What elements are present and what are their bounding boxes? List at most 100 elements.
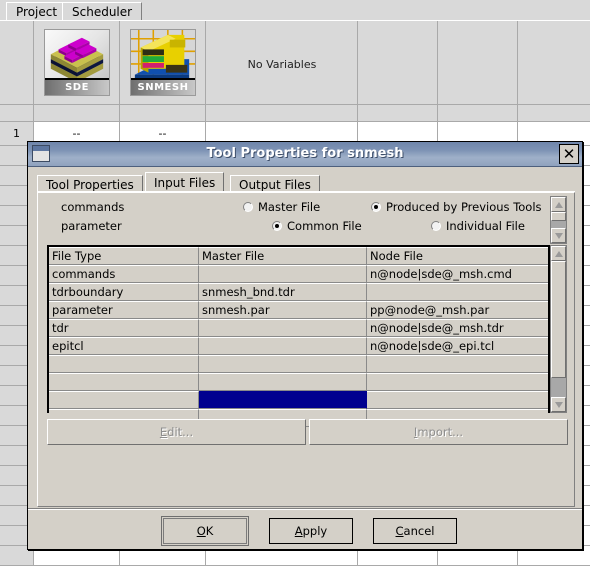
table-cell[interactable]: tdr [49,319,199,337]
table-cell[interactable]: n@node|sde@_msh.tdr [367,319,548,337]
grid-spacer-1 [34,105,120,122]
close-icon[interactable]: ✕ [559,144,579,164]
sde-layers-icon [50,37,104,81]
tool-icon-label-snmesh: SNMESH [131,78,195,95]
import-button[interactable]: Import... [309,419,568,445]
snmesh-grid-icon [131,30,195,81]
table-row[interactable]: commands n@node|sde@_msh.cmd [49,265,548,283]
table-cell[interactable]: snmesh.par [199,301,367,319]
apply-button-label: pply [302,524,328,538]
input-files-panel: commands Master File Produced by Previou… [37,192,575,507]
table-cell[interactable] [199,265,367,283]
edit-button[interactable]: Edit... [47,419,306,445]
table-header-row: File Type Master File Node File [49,247,548,265]
grid-header-cell-5 [438,21,518,105]
radio-indicator [371,202,381,212]
edit-button-label: dit... [167,425,194,439]
options-scrollbar[interactable] [550,196,567,244]
table-cell[interactable]: pp@node@_msh.par [367,301,548,319]
tool-icon-snmesh[interactable]: SNMESH [130,29,196,96]
app-tabbar: Project Scheduler [0,0,590,21]
radio-indicator [272,221,282,231]
table-row[interactable]: epitcl n@node|sde@_epi.tcl [49,337,548,355]
table-cell[interactable]: epitcl [49,337,199,355]
table-cell[interactable] [199,355,367,373]
grid-spacer-4 [358,105,438,122]
options-scroll-up-button[interactable] [551,197,566,212]
radio-commands-produced-by-previous-tools[interactable]: Produced by Previous Tools [371,200,542,214]
table-action-buttons: Edit... Import... [47,419,568,447]
dialog-titlebar[interactable]: Tool Properties for snmesh ✕ [28,142,582,167]
options-scroll-thumb[interactable] [551,212,566,221]
grid-cell-r1c1-value: -- [72,127,81,140]
table-row[interactable]: parameter snmesh.par pp@node@_msh.par [49,301,548,319]
table-cell[interactable] [199,337,367,355]
grid-corner [0,21,34,105]
table-cell[interactable]: parameter [49,301,199,319]
radio-commands-master-file[interactable]: Master File [243,200,320,214]
table-cell[interactable] [367,373,548,391]
table-cell[interactable] [367,283,548,301]
option-row-parameter: parameter Common File Individual File [39,217,539,236]
grid-spacer-2 [120,105,206,122]
table-cell[interactable] [49,373,199,391]
table-column-header[interactable]: Node File [367,247,548,265]
table-row[interactable]: tdrboundary snmesh_bnd.tdr [49,283,548,301]
table-row[interactable]: tdr n@node|sde@_msh.tdr [49,319,548,337]
file-source-options: commands Master File Produced by Previou… [39,195,542,240]
table-column-header[interactable]: File Type [49,247,199,265]
grid-spacer-3 [206,105,358,122]
ok-button[interactable]: OK [161,516,249,546]
table-cell[interactable] [199,319,367,337]
ok-button-label: K [205,524,214,538]
table-cell[interactable] [367,391,548,409]
grid-header-cell-4 [358,21,438,105]
app-tab-project[interactable]: Project [6,2,68,21]
table-row[interactable] [49,373,548,391]
table-cell[interactable]: tdrboundary [49,283,199,301]
cancel-button-accel: C [395,524,404,538]
grid-spacer-6 [518,105,590,122]
table-cell[interactable] [199,373,367,391]
radio-label: Common File [287,219,362,233]
app-tab-scheduler[interactable]: Scheduler [62,2,143,21]
footer-separator [28,508,582,510]
table-column-header[interactable]: Master File [199,247,367,265]
table-cell[interactable] [367,355,548,373]
radio-label: Master File [258,200,321,214]
input-files-table: File Type Master File Node File commands n@… [47,245,550,427]
table-scrollbar[interactable] [550,245,567,413]
radio-parameter-common-file[interactable]: Common File [272,219,362,233]
table-cell[interactable] [199,391,367,409]
table-cell[interactable] [49,355,199,373]
table-cell[interactable]: n@node|sde@_epi.tcl [367,337,548,355]
table-cell[interactable]: n@node|sde@_msh.cmd [367,265,548,283]
dialog-body: Tool Properties Input Files Output Files… [28,167,582,549]
grid-spacer-5 [438,105,518,122]
table-cell[interactable]: snmesh_bnd.tdr [199,283,367,301]
table-cell[interactable]: commands [49,265,199,283]
no-variables-label: No Variables [247,58,317,71]
table-scroll-down-button[interactable] [551,397,566,412]
grid-row-number: 1 [13,127,20,140]
apply-button[interactable]: Apply [269,518,353,544]
options-scroll-down-button[interactable] [551,228,566,243]
dialog-title: Tool Properties for snmesh [206,146,404,161]
option-row-commands: commands Master File Produced by Previou… [39,198,542,217]
grid-header-cell-6 [518,21,590,105]
cancel-button[interactable]: Cancel [373,518,457,544]
table-scroll-up-button[interactable] [551,246,566,261]
table-row[interactable] [49,355,548,373]
table-cell[interactable] [49,391,199,409]
radio-label: Produced by Previous Tools [386,200,542,214]
dialog-footer: OK Apply Cancel [28,512,582,550]
option-row-parameter-label: parameter [61,219,122,233]
radio-parameter-individual-file[interactable]: Individual File [431,219,525,233]
ok-button-accel: O [196,524,206,538]
table-scroll-thumb[interactable] [551,261,566,378]
option-row-commands-label: commands [61,200,125,214]
radio-label: Individual File [446,219,525,233]
tool-icon-sde[interactable]: SDE [44,29,110,96]
radio-indicator [243,202,253,212]
table-row[interactable] [49,391,548,409]
